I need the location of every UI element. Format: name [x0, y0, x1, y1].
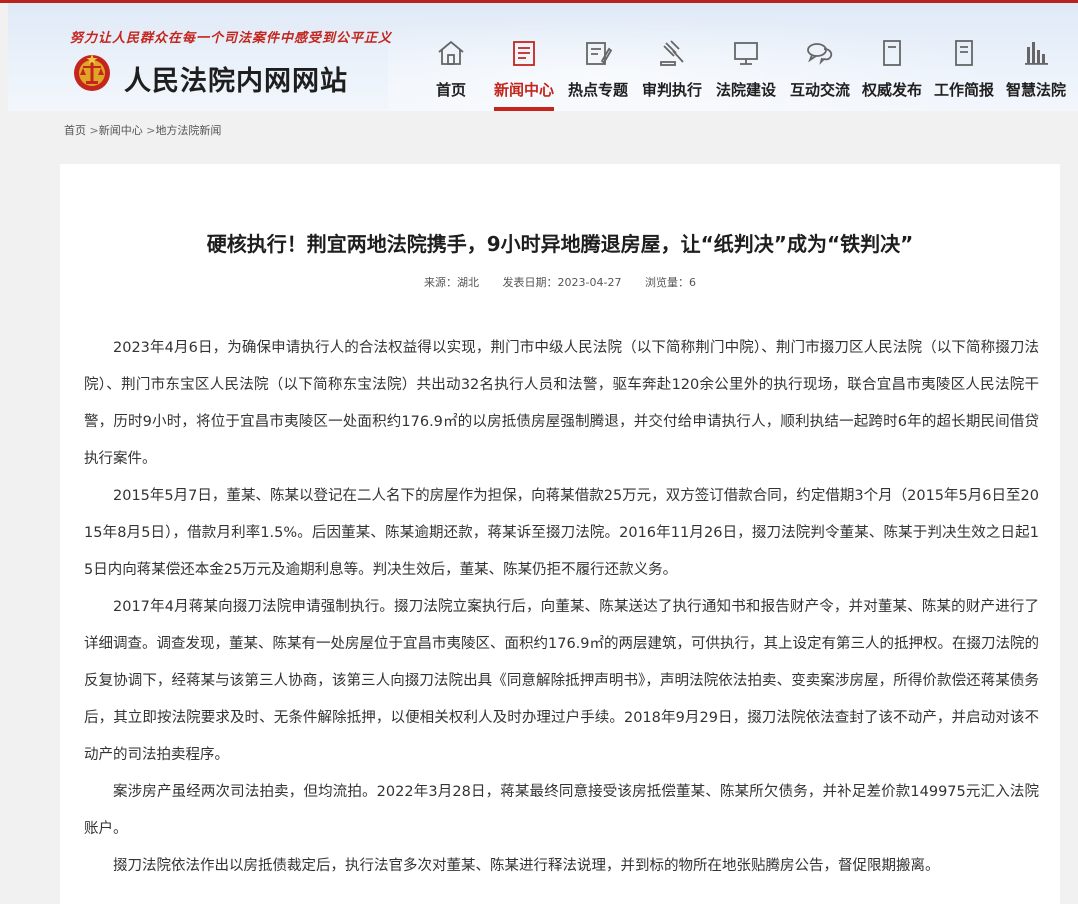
document-edit-icon [586, 42, 613, 65]
court-emblem-icon [74, 54, 110, 91]
nav-active-indicator [494, 107, 554, 111]
nav-item-interaction[interactable]: 互动交流 [784, 37, 856, 111]
home-icon [438, 40, 464, 65]
nav-item-work-briefing[interactable]: 工作简报 [928, 37, 1000, 111]
nav-item-smart-court[interactable]: 智慧法院 [1000, 37, 1072, 111]
nav-label-news-center: 新闻中心 [493, 81, 554, 99]
newspaper-icon [513, 41, 535, 66]
article-source: 来源：湖北 [424, 276, 480, 289]
nav-label-smart-court: 智慧法院 [1005, 81, 1066, 99]
nav-label-hot-topics: 热点专题 [567, 81, 628, 99]
site-header: 努力让人民群众在每一个司法案件中感受到公平正义 人民法院内网网站 首页 新闻中心 [8, 3, 1078, 111]
nav-item-authoritative-release[interactable]: 权威发布 [856, 37, 928, 111]
article-paragraph: 2017年4月蒋某向掇刀法院申请强制执行。掇刀法院立案执行后，向董某、陈某送达了… [84, 599, 1040, 763]
breadcrumb-home[interactable]: 首页 [64, 124, 86, 137]
breadcrumb-news-center[interactable]: 新闻中心 [99, 124, 143, 137]
nav-label-trial-execution: 审判执行 [641, 81, 702, 99]
article-meta: 来源：湖北 发表日期：2023-04-27 浏览量：6 [60, 274, 1060, 290]
breadcrumb: 首页 >新闻中心 >地方法院新闻 [64, 122, 221, 138]
header-slogan: 努力让人民群众在每一个司法案件中感受到公平正义 [70, 31, 393, 46]
bar-chart-icon [1025, 42, 1048, 65]
breadcrumb-separator: > [89, 124, 99, 137]
article-paragraph: 掇刀法院依法作出以房抵债裁定后，执行法官多次对董某、陈某进行释法说理，并到标的物… [113, 858, 940, 874]
article-content: 2023年4月6日，为确保申请执行人的合法权益得以实现，荆门市中级人民法院（以下… [84, 330, 1039, 885]
article-date: 发表日期：2023-04-27 [502, 276, 622, 289]
nav-item-home[interactable]: 首页 [420, 37, 482, 111]
nav-item-trial-execution[interactable]: 审判执行 [636, 37, 708, 111]
monitor-icon [734, 42, 758, 65]
nav-item-hot-topics[interactable]: 热点专题 [562, 37, 634, 111]
article-card: 硬核执行！荆宜两地法院携手，9小时异地腾退房屋，让“纸判决”成为“铁判决” 来源… [60, 164, 1060, 904]
article-title: 硬核执行！荆宜两地法院携手，9小时异地腾退房屋，让“纸判决”成为“铁判决” [206, 232, 914, 256]
breadcrumb-current[interactable]: 地方法院新闻 [155, 124, 221, 137]
chat-bubbles-icon [807, 43, 833, 65]
gavel-icon [660, 40, 684, 66]
article-paragraph: 案涉房产虽经两次司法拍卖，但均流拍。2022年3月28日，蒋某最终同意接受该房抵… [84, 784, 1039, 837]
article-paragraph: 2015年5月7日，董某、陈某以登记在二人名下的房屋作为担保，向蒋某借款25万元… [84, 488, 1039, 578]
site-title: 人民法院内网网站 [124, 66, 348, 97]
nav-label-interaction: 互动交流 [789, 81, 850, 99]
nav-label-work-briefing: 工作简报 [933, 81, 994, 99]
article-paragraph: 2023年4月6日，为确保申请执行人的合法权益得以实现，荆门市中级人民法院（以下… [84, 340, 1039, 467]
article-views: 浏览量：6 [644, 276, 696, 289]
nav-item-court-building[interactable]: 法院建设 [710, 37, 782, 111]
document-icon [883, 40, 901, 66]
report-icon [955, 40, 973, 66]
nav-label-home: 首页 [435, 81, 466, 99]
nav-label-authoritative-release: 权威发布 [861, 81, 922, 99]
nav-item-news-center[interactable]: 新闻中心 [488, 37, 560, 111]
nav-label-court-building: 法院建设 [715, 81, 776, 99]
